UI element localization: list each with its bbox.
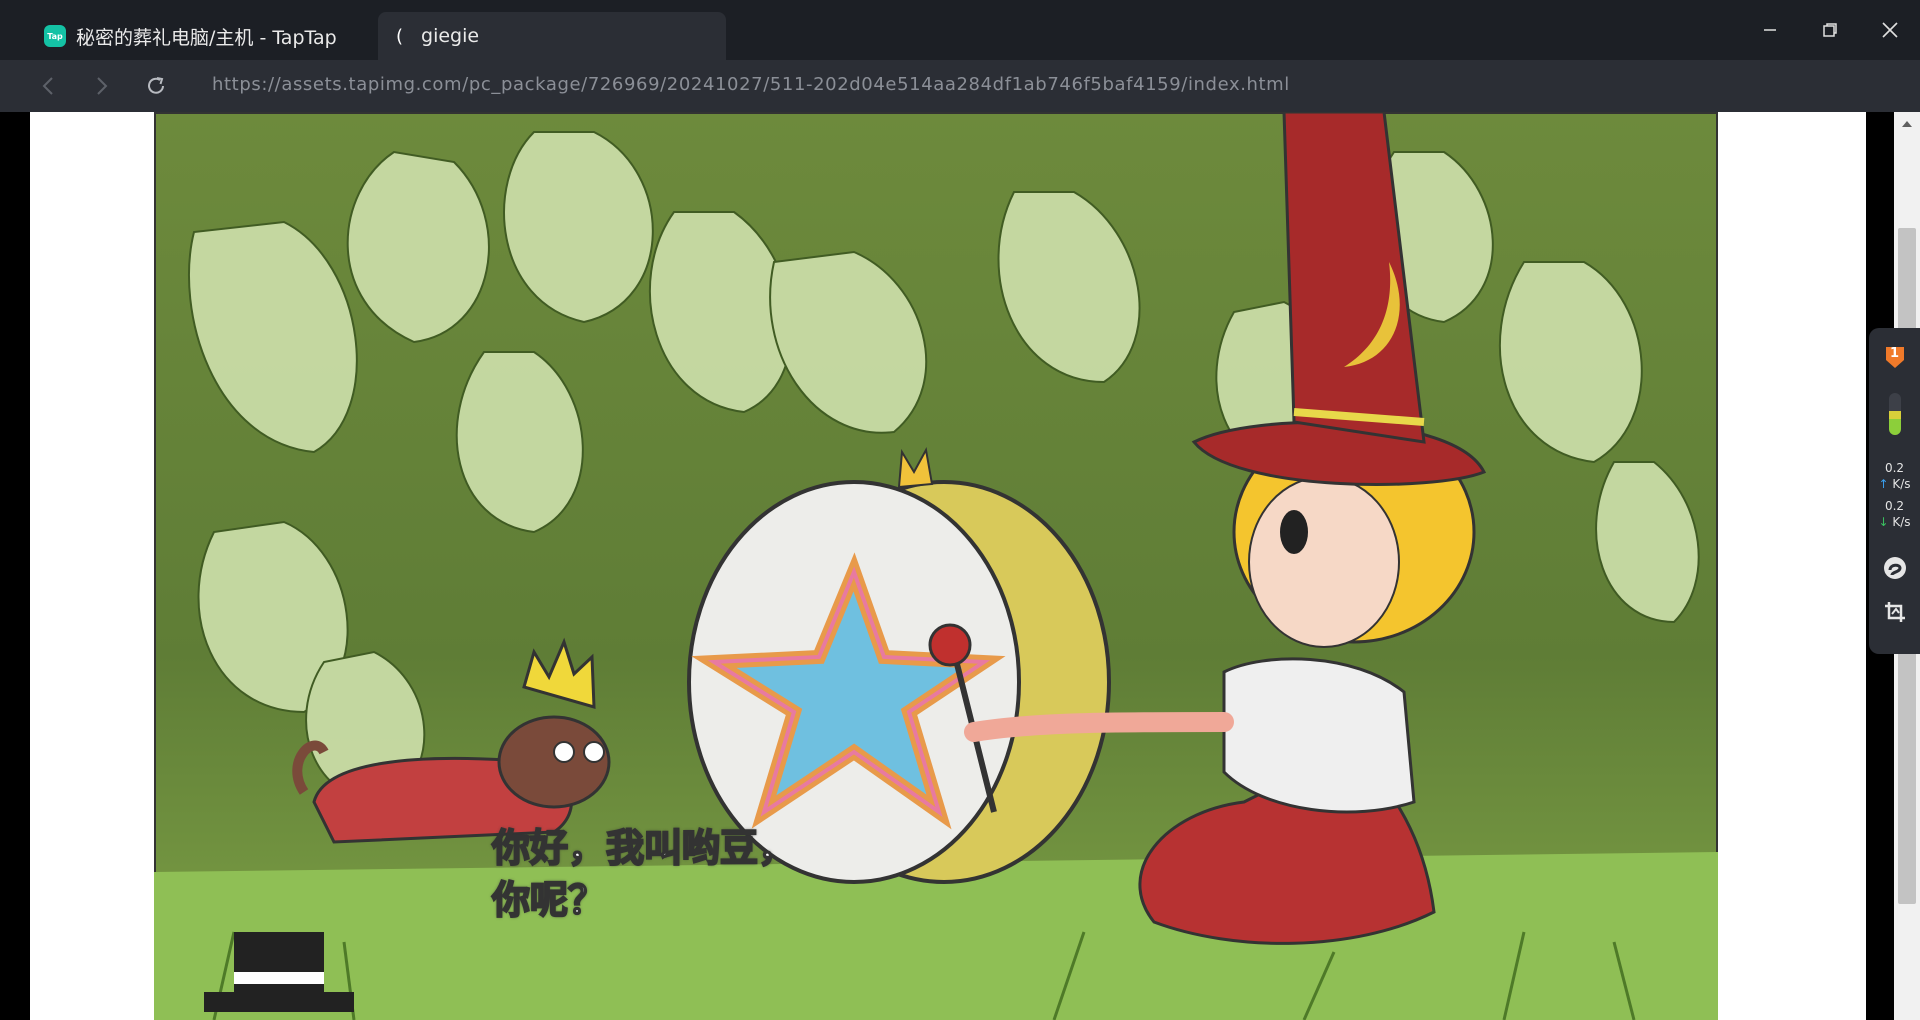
close-button[interactable] [1870,10,1910,50]
url-field[interactable]: https://assets.tapimg.com/pc_package/726… [212,74,1290,95]
chevron-right-icon [97,77,108,95]
page-background: 你好，我叫哟豆， 你呢？ [30,112,1866,1020]
scroll-up-button[interactable] [1896,114,1918,134]
arrow-up-icon: ↑ [1878,477,1889,491]
notification-badge[interactable]: 1 [1881,342,1908,372]
forward-button[interactable] [84,68,120,104]
download-unit: K/s [1892,515,1911,529]
floating-tool-panel: 1 0.2 ↑ K/s 0.2 ↓ K/s [1869,328,1920,654]
story-illustration[interactable] [154,112,1718,1020]
upload-value: 0.2 [1884,461,1905,475]
close-icon [1882,22,1898,38]
reload-button[interactable] [138,68,174,104]
tab-label: 秘密的葬礼电脑/主机 - TapTap [76,26,337,49]
speech-line-1: 你好，我叫哟豆， [491,825,797,871]
upload-speed: 0.2 ↑ K/s [1869,460,1920,492]
speech-line-2: 你呢？ [491,877,607,923]
download-value: 0.2 [1884,499,1905,513]
caret-up-icon [1902,121,1912,127]
swirl-icon [1883,557,1906,579]
restore-button[interactable] [1810,10,1850,50]
meter-icon [1888,393,1901,435]
address-bar: https://assets.tapimg.com/pc_package/726… [0,60,1920,112]
arrow-down-icon: ↓ [1878,515,1889,529]
reload-icon [148,77,164,94]
speech-text: 你好，我叫哟豆， 你呢？ [491,822,797,926]
tab-giegie[interactable]: ( giegie [378,12,726,60]
crop-icon [1884,602,1905,622]
minimize-icon [1764,29,1776,31]
crescent-moon-icon: ( [396,25,404,47]
back-button[interactable] [30,68,66,104]
taptap-logo-icon: Tap [44,25,66,47]
screenshot-button[interactable] [1881,598,1908,626]
badge-number: 1 [1889,346,1900,361]
tab-label: giegie [421,25,480,47]
restore-icon [1823,23,1837,37]
download-speed: 0.2 ↓ K/s [1869,498,1920,530]
chevron-left-icon [42,77,53,95]
upload-unit: K/s [1892,477,1911,491]
minimize-button[interactable] [1750,10,1790,50]
title-bar: Tap 秘密的葬礼电脑/主机 - TapTap ( giegie [0,0,1920,60]
tab-taptap[interactable]: Tap 秘密的葬礼电脑/主机 - TapTap [30,12,370,60]
accelerate-button[interactable] [1881,554,1908,582]
memory-meter[interactable] [1881,390,1908,438]
web-content: 你好，我叫哟豆， 你呢？ [0,112,1920,1020]
